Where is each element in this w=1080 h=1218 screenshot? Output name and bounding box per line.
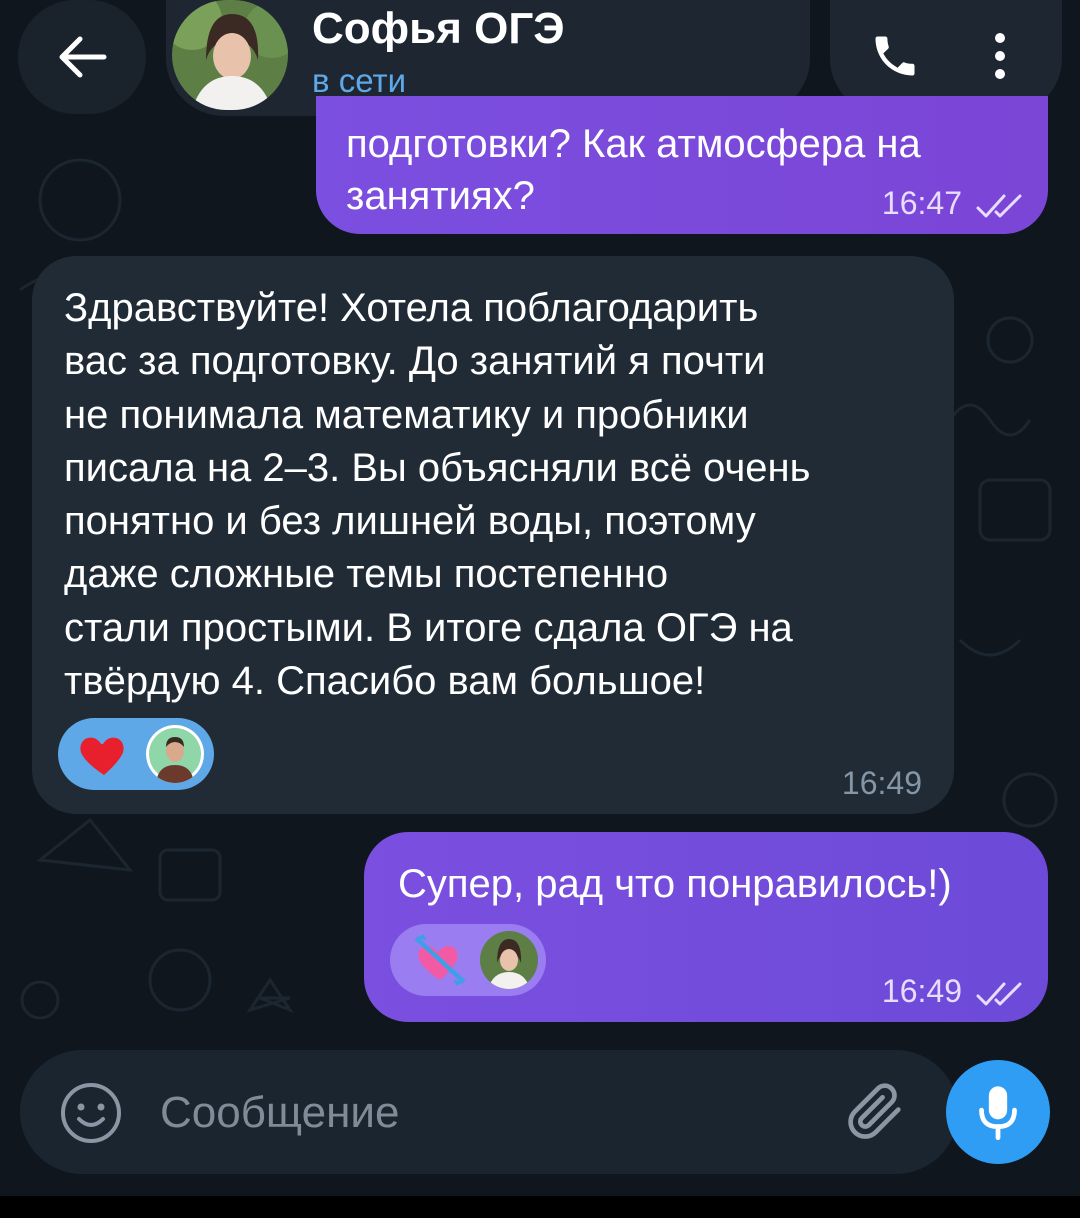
- microphone-button[interactable]: [946, 1060, 1050, 1164]
- message-time: 16:49: [881, 973, 962, 1009]
- menu-button[interactable]: [970, 16, 1030, 96]
- navigation-bar: [0, 1196, 1080, 1218]
- microphone-icon: [979, 1086, 1017, 1140]
- contact-avatar[interactable]: [172, 0, 288, 110]
- reactor-avatar: [146, 725, 204, 783]
- heart-with-arrow-icon: [414, 934, 466, 986]
- contact-name[interactable]: Софья ОГЭ: [312, 4, 565, 54]
- message-time: 16:49: [841, 765, 922, 801]
- double-check-icon: [976, 982, 1022, 1006]
- reaction-chip[interactable]: [390, 924, 546, 996]
- red-heart-icon: [80, 737, 124, 775]
- double-check-icon: [976, 194, 1022, 218]
- message-input[interactable]: [160, 1080, 760, 1146]
- back-button[interactable]: [18, 0, 146, 114]
- emoji-button[interactable]: [58, 1080, 124, 1146]
- call-button[interactable]: [850, 16, 940, 96]
- emoji-icon: [61, 1083, 121, 1143]
- reaction-chip[interactable]: [58, 718, 214, 790]
- message-outgoing[interactable]: подготовки? Как атмосфера на занятиях? 1…: [316, 96, 1048, 234]
- message-incoming[interactable]: Здравствуйте! Хотела поблагодарить вас з…: [32, 256, 954, 814]
- message-time: 16:47: [881, 185, 962, 221]
- message-text: Супер, рад что понравилось!): [398, 862, 952, 906]
- contact-status: в сети: [312, 62, 407, 99]
- arrow-left-icon: [59, 36, 107, 78]
- reactor-avatar: [480, 931, 538, 989]
- message-outgoing[interactable]: Супер, рад что понравилось!) 16:49: [364, 832, 1048, 1022]
- paperclip-icon: [848, 1083, 901, 1139]
- more-vertical-icon: [995, 33, 1005, 79]
- attach-button[interactable]: [840, 1076, 910, 1146]
- message-text: Здравствуйте! Хотела поблагодарить вас з…: [64, 286, 811, 704]
- phone-icon: [875, 36, 915, 76]
